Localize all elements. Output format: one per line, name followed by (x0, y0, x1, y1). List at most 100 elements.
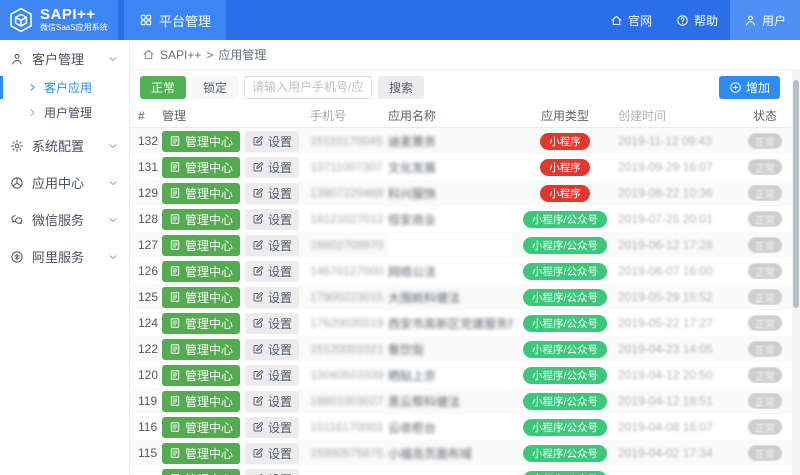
row-id: 120 (130, 368, 162, 382)
created-time-cell: 2019-04-08 16:07 (618, 420, 738, 434)
list-icon (169, 395, 181, 407)
column-header-1: 管理 (162, 107, 310, 124)
app-name-cell: 餐饮街 (388, 341, 512, 358)
phone-cell: 18601003027 (310, 394, 388, 408)
created-time-cell: 2019-09-29 16:07 (618, 160, 738, 174)
settings-button[interactable]: 设置 (245, 235, 299, 256)
nav-user[interactable]: 用户 (730, 0, 800, 40)
manage-cell: 管理中心设置 (162, 469, 310, 475)
app-name-cell: 大围蚝科健法 (388, 289, 512, 306)
nav-help[interactable]: 帮助 (664, 0, 730, 40)
search-input[interactable] (244, 76, 372, 99)
sidebar-item-label: 客户管理 (32, 49, 84, 68)
status-badge: 正常 (748, 393, 782, 409)
status-badge: 正常 (748, 315, 782, 331)
list-icon (169, 161, 181, 173)
filter-normal-button[interactable]: 正常 (140, 76, 186, 99)
breadcrumb-current: 应用管理 (218, 46, 266, 63)
manage-center-button[interactable]: 管理中心 (162, 261, 240, 282)
sidebar-subitem-label: 用户管理 (44, 104, 92, 121)
edit-icon (252, 317, 264, 329)
manage-center-button[interactable]: 管理中心 (162, 313, 240, 334)
scrollbar-thumb[interactable] (793, 80, 799, 308)
settings-button[interactable]: 设置 (245, 313, 299, 334)
app-type-badge: 小程序/公众号 (523, 445, 607, 462)
table-row: 131管理中心设置13711007307文化发展小程序2019-09-29 16… (130, 154, 792, 180)
phone-cell: 14670127000 (310, 264, 388, 278)
list-icon (169, 291, 181, 303)
settings-button[interactable]: 设置 (245, 391, 299, 412)
sidebar-item-ali-service[interactable]: 阿里服务 (0, 240, 129, 273)
settings-button[interactable]: 设置 (245, 261, 299, 282)
created-time-cell: 2019-11-12 09:43 (618, 134, 738, 148)
settings-label: 设置 (268, 341, 292, 358)
created-time-cell: 2019-05-22 17:27 (618, 316, 738, 330)
table-row: 120管理中心设置13040503339晒贴上京小程序/公众号2019-04-1… (130, 362, 792, 388)
settings-button[interactable]: 设置 (245, 287, 299, 308)
settings-button[interactable]: 设置 (245, 365, 299, 386)
add-button[interactable]: 增加 (719, 76, 780, 99)
manage-cell: 管理中心设置 (162, 183, 310, 204)
settings-button[interactable]: 设置 (245, 157, 299, 178)
app-name-cell: 西安市高新区党建服务热线急送 (388, 315, 512, 332)
app-type-badge: 小程序/公众号 (523, 471, 607, 475)
manage-center-button[interactable]: 管理中心 (162, 417, 240, 438)
manage-center-button[interactable]: 管理中心 (162, 235, 240, 256)
breadcrumb-root[interactable]: SAPI++ (160, 48, 201, 62)
sidebar-item-customer-manage[interactable]: 客户管理 (0, 42, 129, 75)
settings-button[interactable]: 设置 (245, 469, 299, 475)
app-type-cell: 小程序/公众号 (512, 445, 618, 462)
sidebar-subitem-customer-apps[interactable]: 客户应用 (0, 75, 129, 100)
search-button[interactable]: 搜索 (378, 76, 424, 99)
created-time-cell: 2019-04-23 14:05 (618, 342, 738, 356)
app-logo[interactable]: SAPI++ 微信SaaS应用系统 (0, 0, 118, 40)
created-time-cell: 2019-04-12 18:51 (618, 394, 738, 408)
manage-center-label: 管理中心 (185, 341, 233, 358)
vertical-scrollbar[interactable] (792, 70, 800, 475)
table-row: 115管理中心设置15990575675小福岛页面布域小程序/公众号2019-0… (130, 440, 792, 466)
tab-platform-manage[interactable]: 平台管理 (124, 0, 226, 40)
manage-center-label: 管理中心 (185, 419, 233, 436)
settings-button[interactable]: 设置 (245, 209, 299, 230)
settings-button[interactable]: 设置 (245, 443, 299, 464)
settings-button[interactable]: 设置 (245, 339, 299, 360)
manage-center-button[interactable]: 管理中心 (162, 209, 240, 230)
manage-center-button[interactable]: 管理中心 (162, 287, 240, 308)
sidebar-subitem-user-manage[interactable]: 用户管理 (0, 100, 129, 125)
add-button-label: 增加 (746, 79, 770, 96)
sidebar-item-app-center[interactable]: 应用中心 (0, 166, 129, 199)
manage-center-button[interactable]: 管理中心 (162, 469, 240, 475)
table-row: 管理中心设置 小程序/公众号 (130, 466, 792, 475)
manage-center-button[interactable]: 管理中心 (162, 391, 240, 412)
settings-button[interactable]: 设置 (245, 131, 299, 152)
settings-button[interactable]: 设置 (245, 183, 299, 204)
edit-icon (252, 265, 264, 277)
row-id: 124 (130, 316, 162, 330)
sidebar-item-system-config[interactable]: 系统配置 (0, 129, 129, 162)
filter-locked-button[interactable]: 锁定 (192, 76, 238, 99)
manage-cell: 管理中心设置 (162, 365, 310, 386)
settings-button[interactable]: 设置 (245, 417, 299, 438)
edit-icon (252, 291, 264, 303)
breadcrumb: SAPI++ > 应用管理 (130, 40, 800, 70)
phone-cell: 15120001021 (310, 342, 388, 356)
edit-icon (252, 421, 264, 433)
logo-subtitle: 微信SaaS应用系统 (40, 24, 108, 33)
chevron-right-icon (27, 107, 38, 118)
manage-center-button[interactable]: 管理中心 (162, 157, 240, 178)
manage-center-button[interactable]: 管理中心 (162, 131, 240, 152)
app-type-cell: 小程序/公众号 (512, 315, 618, 332)
manage-center-button[interactable]: 管理中心 (162, 183, 240, 204)
manage-center-label: 管理中心 (185, 159, 233, 176)
sidebar-item-wechat-service[interactable]: 微信服务 (0, 203, 129, 236)
edit-icon (252, 213, 264, 225)
nav-user-label: 用户 (762, 12, 786, 29)
manage-center-button[interactable]: 管理中心 (162, 365, 240, 386)
app-type-cell: 小程序/公众号 (512, 263, 618, 280)
nav-official-site[interactable]: 官网 (598, 0, 664, 40)
status-cell: 正常 (738, 367, 792, 383)
manage-center-button[interactable]: 管理中心 (162, 339, 240, 360)
sidebar-item-label: 阿里服务 (32, 247, 84, 266)
status-badge: 正常 (748, 263, 782, 279)
manage-center-button[interactable]: 管理中心 (162, 443, 240, 464)
